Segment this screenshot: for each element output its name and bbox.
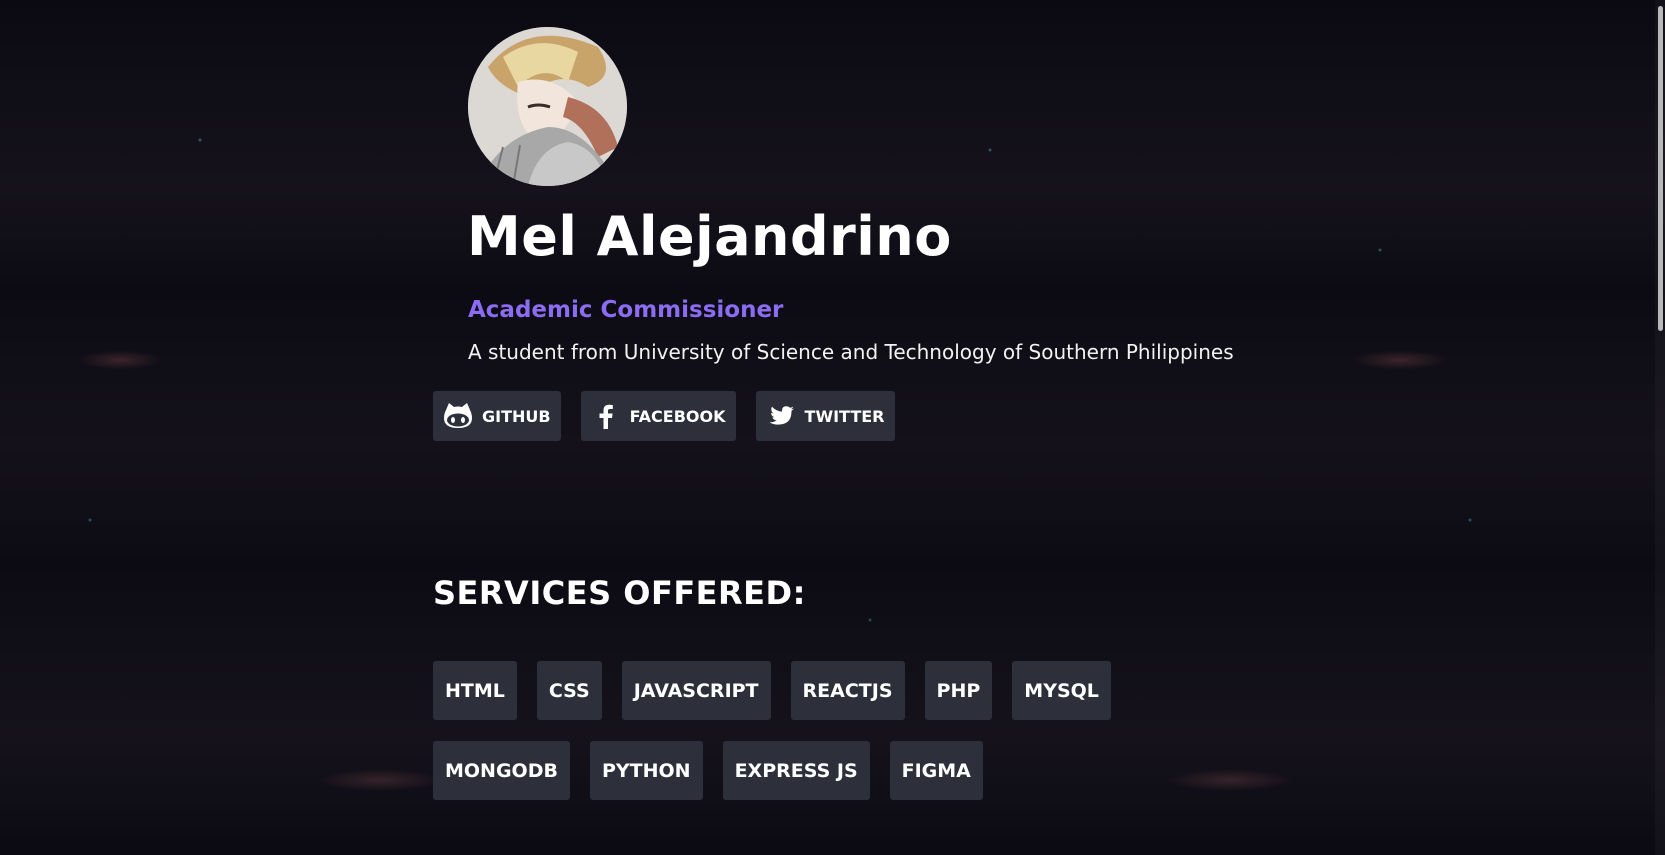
scrollbar-thumb[interactable]: [1658, 6, 1663, 331]
skill-tag: JAVASCRIPT: [621, 661, 771, 720]
profile-bio: A student from University of Science and…: [468, 340, 1234, 364]
skill-tag: EXPRESS JS: [722, 741, 870, 800]
twitter-label: TWITTER: [804, 406, 885, 426]
social-links: GITHUB FACEBOOK TWITTER: [433, 391, 895, 441]
facebook-icon: [590, 400, 622, 432]
github-button[interactable]: GITHUB: [433, 391, 561, 441]
twitter-button[interactable]: TWITTER: [755, 391, 895, 441]
facebook-label: FACEBOOK: [629, 406, 726, 426]
skill-tag: MYSQL: [1012, 661, 1111, 720]
skill-tag: PYTHON: [589, 741, 703, 800]
skill-tag: CSS: [536, 661, 602, 720]
skill-tag: MONGODB: [433, 741, 570, 800]
skills-list: HTML CSS JAVASCRIPT REACTJS PHP MYSQL MO…: [433, 661, 1133, 800]
profile-avatar: [468, 27, 627, 186]
github-label: GITHUB: [482, 406, 551, 426]
skill-tag: HTML: [433, 661, 517, 720]
twitter-icon: [765, 400, 797, 432]
skill-tag: FIGMA: [889, 741, 983, 800]
skill-tag: PHP: [924, 661, 993, 720]
page-scrollbar[interactable]: [1655, 0, 1665, 855]
skill-tag: REACTJS: [790, 661, 905, 720]
github-icon: [442, 400, 474, 432]
services-title: SERVICES OFFERED:: [433, 574, 806, 612]
profile-name: Mel Alejandrino: [467, 205, 952, 268]
facebook-button[interactable]: FACEBOOK: [580, 391, 736, 441]
profile-role: Academic Commissioner: [468, 297, 784, 323]
